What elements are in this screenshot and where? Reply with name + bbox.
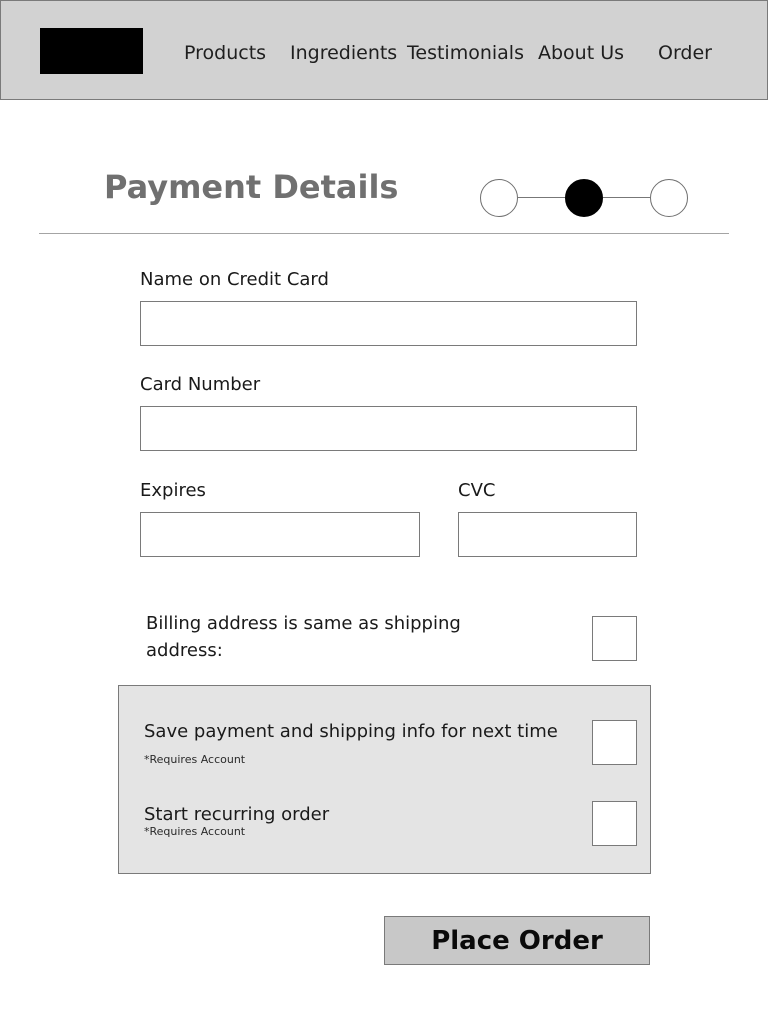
save-info-checkbox[interactable] — [592, 720, 637, 765]
step-1-indicator — [480, 179, 518, 217]
place-order-button[interactable]: Place Order — [384, 916, 650, 965]
account-options-panel: Save payment and shipping info for next … — [118, 685, 651, 874]
nav-item-products[interactable]: Products — [184, 42, 266, 64]
stepper-connector — [603, 197, 650, 198]
card-number-label: Card Number — [140, 374, 261, 395]
nav-item-ingredients[interactable]: Ingredients — [290, 42, 397, 64]
page-title: Payment Details — [104, 168, 399, 206]
header-divider — [39, 233, 729, 234]
card-number-input[interactable] — [140, 406, 637, 451]
recurring-order-checkbox[interactable] — [592, 801, 637, 846]
cvc-label: CVC — [458, 480, 496, 501]
logo[interactable] — [40, 28, 143, 74]
billing-same-label: Billing address is same as shipping addr… — [146, 613, 461, 661]
save-info-note: *Requires Account — [144, 753, 246, 766]
recurring-order-label: Start recurring order — [144, 804, 330, 825]
name-on-card-input[interactable] — [140, 301, 637, 346]
site-header: Products Ingredients Testimonials About … — [0, 0, 768, 100]
billing-same-checkbox[interactable] — [592, 616, 637, 661]
save-info-label: Save payment and shipping info for next … — [144, 721, 558, 742]
nav-item-testimonials[interactable]: Testimonials — [407, 42, 524, 64]
nav-item-order[interactable]: Order — [658, 42, 712, 64]
expires-label: Expires — [140, 480, 206, 501]
recurring-order-note: *Requires Account — [144, 825, 246, 838]
expires-input[interactable] — [140, 512, 420, 557]
cvc-input[interactable] — [458, 512, 637, 557]
nav-item-about-us[interactable]: About Us — [538, 42, 624, 64]
stepper-connector — [518, 197, 565, 198]
name-on-card-label: Name on Credit Card — [140, 269, 329, 290]
step-3-indicator — [650, 179, 688, 217]
step-2-indicator — [565, 179, 603, 217]
